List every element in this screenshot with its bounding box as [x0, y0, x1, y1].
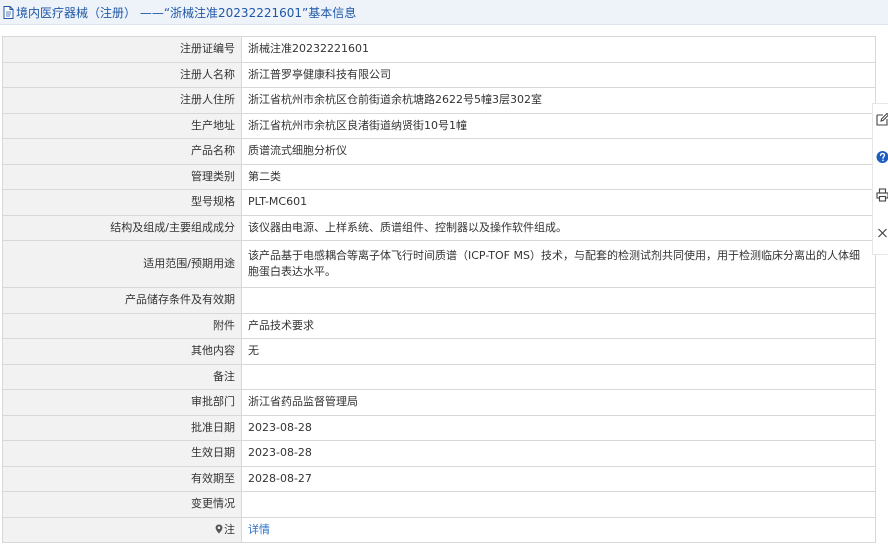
table-row: 备注: [2, 363, 876, 390]
row-value: 浙江省药品监督管理局: [241, 389, 876, 416]
row-value: [241, 363, 876, 390]
row-value: 质谱流式细胞分析仪: [241, 138, 876, 165]
row-value: [241, 491, 876, 518]
table-row: 批准日期 2023-08-28: [2, 414, 876, 441]
row-label: 产品储存条件及有效期: [2, 287, 242, 314]
help-tool-button[interactable]: [876, 150, 888, 164]
edit-tool-button[interactable]: [876, 112, 888, 126]
table-row: 审批部门 浙江省药品监督管理局: [2, 389, 876, 416]
row-label: 有效期至: [2, 465, 242, 492]
row-value: 详情: [241, 516, 876, 543]
row-value: 浙江省杭州市余杭区仓前街道余杭塘路2622号5幢3层302室: [241, 87, 876, 114]
table-row: 变更情况: [2, 491, 876, 518]
table-row: 有效期至 2028-08-27: [2, 465, 876, 492]
table-row: 型号规格 PLT-MC601: [2, 189, 876, 216]
table-row: 附件 产品技术要求: [2, 312, 876, 339]
table-row: 注册人名称 浙江普罗亭健康科技有限公司: [2, 61, 876, 88]
row-value: 产品技术要求: [241, 312, 876, 339]
row-label: 生产地址: [2, 112, 242, 139]
edit-icon: [876, 112, 888, 126]
row-label: 其他内容: [2, 338, 242, 365]
row-value: 2023-08-28: [241, 440, 876, 467]
row-label: 产品名称: [2, 138, 242, 165]
row-value: 无: [241, 338, 876, 365]
row-value: 浙江普罗亭健康科技有限公司: [241, 61, 876, 88]
row-label: 附件: [2, 312, 242, 339]
table-row: 产品名称 质谱流式细胞分析仪: [2, 138, 876, 165]
row-label: 注册人住所: [2, 87, 242, 114]
table-row: 产品储存条件及有效期: [2, 287, 876, 314]
row-label: 结构及组成/主要组成成分: [2, 214, 242, 241]
row-label: 生效日期: [2, 440, 242, 467]
table-row: 适用范围/预期用途 该产品基于电感耦合等离子体飞行时间质谱（ICP-TOF MS…: [2, 240, 876, 288]
row-label: 适用范围/预期用途: [2, 240, 242, 288]
table-row: 生效日期 2023-08-28: [2, 440, 876, 467]
page-title: 境内医疗器械（注册） ——“浙械注准20232221601”基本信息: [16, 5, 357, 20]
row-label: 型号规格: [2, 189, 242, 216]
info-table: 注册证编号 浙械注准20232221601 注册人名称 浙江普罗亭健康科技有限公…: [2, 36, 876, 543]
row-value: 该产品基于电感耦合等离子体飞行时间质谱（ICP-TOF MS）技术，与配套的检测…: [241, 240, 876, 288]
row-value: 2028-08-27: [241, 465, 876, 492]
row-label: 管理类别: [2, 163, 242, 190]
row-value: PLT-MC601: [241, 189, 876, 216]
table-row: 注册证编号 浙械注准20232221601: [2, 36, 876, 63]
row-value: 浙江省杭州市余杭区良渚街道纳贤街10号1幢: [241, 112, 876, 139]
row-value: [241, 287, 876, 314]
page-title-bar: 境内医疗器械（注册） ——“浙械注准20232221601”基本信息: [0, 0, 888, 25]
row-label: 注册人名称: [2, 61, 242, 88]
document-icon: [3, 5, 14, 19]
print-tool-button[interactable]: [876, 188, 888, 202]
note-label-cell: 注: [2, 516, 242, 543]
row-value: 2023-08-28: [241, 414, 876, 441]
row-label: 变更情况: [2, 491, 242, 518]
row-label: 注: [224, 522, 235, 536]
table-row: 管理类别 第二类: [2, 163, 876, 190]
row-label: 批准日期: [2, 414, 242, 441]
row-value: 该仪器由电源、上样系统、质谱组件、控制器以及操作软件组成。: [241, 214, 876, 241]
row-label: 注册证编号: [2, 36, 242, 63]
side-toolbar: [872, 103, 888, 255]
pin-icon: [215, 524, 223, 534]
table-row: 生产地址 浙江省杭州市余杭区良渚街道纳贤街10号1幢: [2, 112, 876, 139]
help-icon: [876, 151, 888, 163]
row-value: 第二类: [241, 163, 876, 190]
row-label: 审批部门: [2, 389, 242, 416]
row-label: 备注: [2, 363, 242, 390]
print-icon: [876, 188, 888, 202]
table-row: 其他内容 无: [2, 338, 876, 365]
close-icon: [878, 228, 887, 238]
details-link[interactable]: 详情: [248, 523, 270, 536]
row-value: 浙械注准20232221601: [241, 36, 876, 63]
table-row: 注册人住所 浙江省杭州市余杭区仓前街道余杭塘路2622号5幢3层302室: [2, 87, 876, 114]
table-row: 结构及组成/主要组成成分 该仪器由电源、上样系统、质谱组件、控制器以及操作软件组…: [2, 214, 876, 241]
table-row: 注 详情: [2, 516, 876, 543]
close-tool-button[interactable]: [876, 226, 888, 240]
